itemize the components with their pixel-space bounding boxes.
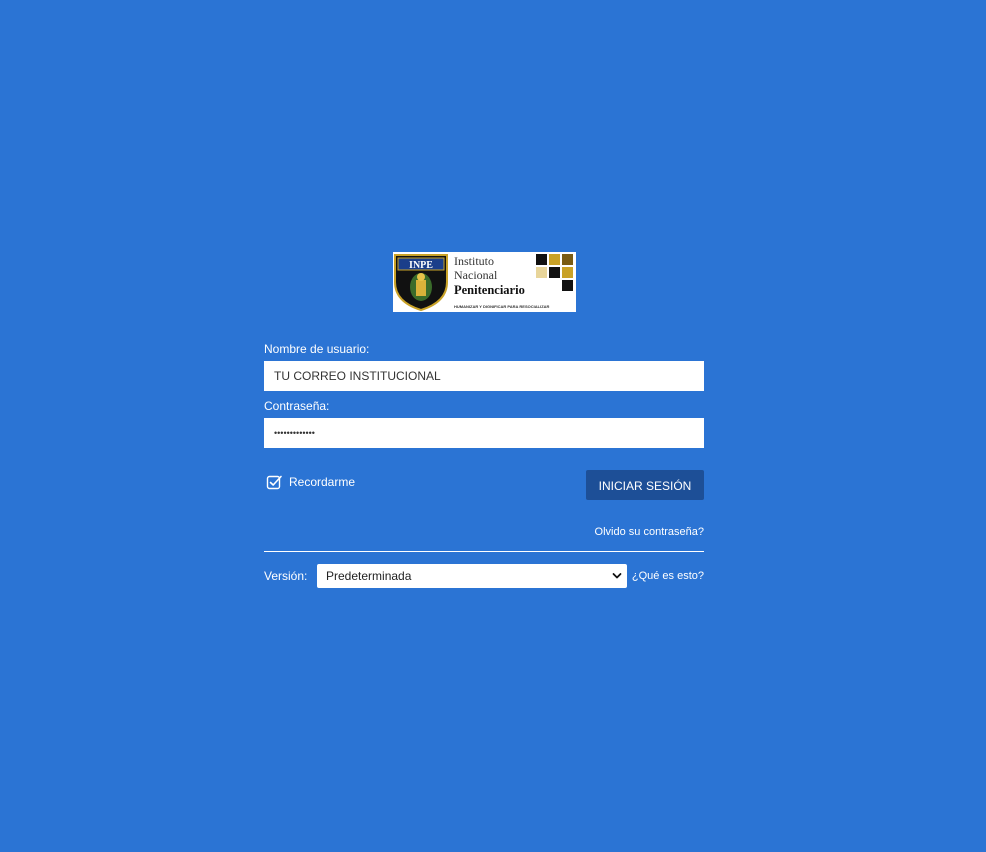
logo-line1: Instituto [454,254,494,268]
version-label: Versión: [264,569,308,583]
username-input[interactable]: TU CORREO INSTITUCIONAL [264,361,704,391]
password-input[interactable]: ••••••••••••• [264,418,704,448]
forgot-password-link[interactable]: Olvido su contraseña? [595,526,704,538]
username-label: Nombre de usuario: [264,342,370,356]
inpe-logo-graphic: INPE Instituto Nacional Penitenciario HU… [393,252,576,312]
logo-acronym: INPE [409,260,433,271]
version-selected-value: Predeterminada [326,569,412,583]
password-label: Contraseña: [264,399,330,413]
whats-this-link[interactable]: ¿Qué es esto? [632,570,704,582]
remember-label: Recordarme [289,475,356,489]
chevron-down-icon [612,573,622,579]
version-select[interactable]: Predeterminada [317,564,627,588]
remember-checkbox[interactable]: Recordarme [264,473,355,491]
checkbox-checked-icon[interactable] [265,473,283,491]
login-button[interactable]: INICIAR SESIÓN [586,470,704,500]
logo-tagline: HUMANIZAR Y DIGNIFICAR PARA RESOCIALIZAR [454,304,550,309]
divider [264,551,704,552]
logo-line2: Nacional [454,268,498,282]
logo-line3: Penitenciario [454,283,525,297]
inpe-logo: INPE Instituto Nacional Penitenciario HU… [393,252,576,312]
